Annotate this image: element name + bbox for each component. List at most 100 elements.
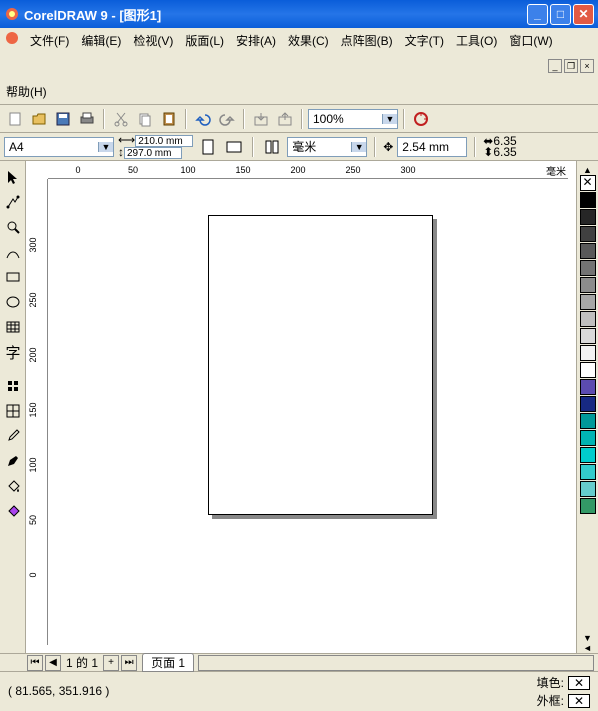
color-swatch[interactable] (580, 243, 596, 259)
last-page-button[interactable]: ⏭ (121, 655, 137, 671)
close-button[interactable]: ✕ (573, 4, 594, 25)
color-swatch[interactable] (580, 481, 596, 497)
interactive-transparency-tool[interactable] (1, 399, 25, 423)
page-height-input[interactable]: 297.0 mm (124, 147, 182, 159)
menu-layout[interactable]: 版面(L) (183, 30, 226, 51)
app-menu-icon[interactable] (4, 30, 20, 51)
ellipse-tool[interactable] (1, 290, 25, 314)
open-button[interactable] (28, 108, 50, 130)
page-dimensions: ⟷ 210.0 mm ↕ 297.0 mm (118, 135, 193, 159)
page-frame-icon[interactable] (261, 136, 283, 158)
page-tab[interactable]: 页面 1 (142, 653, 194, 672)
standard-toolbar: 100% ▼ (0, 105, 598, 133)
outline-indicator[interactable] (568, 694, 590, 708)
palette-flyout-button[interactable]: ◄ (583, 643, 592, 653)
menu-file[interactable]: 文件(F) (28, 30, 71, 51)
menu-edit[interactable]: 编辑(E) (79, 30, 123, 51)
dropdown-icon: ▼ (98, 142, 113, 152)
menu-arrange[interactable]: 安排(A) (234, 30, 278, 51)
save-button[interactable] (52, 108, 74, 130)
copy-button[interactable] (134, 108, 156, 130)
main-area: 字 0 50 100 150 200 250 300 毫米 0 50 100 1… (0, 161, 598, 653)
color-swatch[interactable] (580, 379, 596, 395)
menu-bitmap[interactable]: 点阵图(B) (339, 30, 395, 51)
color-palette: ▲ ▼ ◄ (576, 161, 598, 653)
menu-view[interactable]: 检视(V) (131, 30, 175, 51)
outline-tool[interactable] (1, 449, 25, 473)
titlebar: CorelDRAW 9 - [图形1] _ □ ✕ (0, 0, 598, 28)
color-swatch[interactable] (580, 362, 596, 378)
zoom-value: 100% (309, 112, 382, 126)
menu-tools[interactable]: 工具(O) (454, 30, 499, 51)
palette-scroll-up[interactable]: ▲ (583, 165, 592, 175)
shape-tool[interactable] (1, 190, 25, 214)
fill-indicator[interactable] (568, 676, 590, 690)
import-button[interactable] (250, 108, 272, 130)
horizontal-scrollbar[interactable] (198, 655, 594, 671)
app-icon (4, 6, 20, 22)
color-swatch[interactable] (580, 294, 596, 310)
zoom-combo[interactable]: 100% ▼ (308, 109, 398, 129)
eyedropper-tool[interactable] (1, 424, 25, 448)
color-swatch[interactable] (580, 464, 596, 480)
paste-button[interactable] (158, 108, 180, 130)
text-tool[interactable]: 字 (1, 340, 25, 364)
color-swatch[interactable] (580, 413, 596, 429)
color-swatch[interactable] (580, 328, 596, 344)
doc-window-controls: _ ❐ × (548, 59, 594, 73)
color-swatch[interactable] (580, 311, 596, 327)
page-navigator: ⏮ ◀ 1 的 1 + ⏭ 页面 1 (0, 653, 598, 671)
interactive-fill-tool[interactable] (1, 374, 25, 398)
color-swatch[interactable] (580, 277, 596, 293)
menu-window[interactable]: 窗口(W) (507, 30, 554, 51)
drawing-canvas[interactable] (48, 179, 568, 645)
nudge-icon: ✥ (383, 140, 393, 154)
doc-close-button[interactable]: × (580, 59, 594, 73)
next-page-button[interactable]: + (103, 655, 119, 671)
color-swatch[interactable] (580, 192, 596, 208)
page-width-input[interactable]: 210.0 mm (135, 135, 193, 147)
first-page-button[interactable]: ⏮ (27, 655, 43, 671)
dropdown-icon: ▼ (382, 114, 397, 124)
color-swatch[interactable] (580, 396, 596, 412)
doc-minimize-button[interactable]: _ (548, 59, 562, 73)
color-swatch[interactable] (580, 430, 596, 446)
pick-tool[interactable] (1, 165, 25, 189)
redo-button[interactable] (216, 108, 238, 130)
interactive-mesh-tool[interactable] (1, 499, 25, 523)
maximize-button[interactable]: □ (550, 4, 571, 25)
color-swatch[interactable] (580, 226, 596, 242)
no-color-swatch[interactable] (580, 175, 596, 191)
color-swatch[interactable] (580, 447, 596, 463)
freehand-tool[interactable] (1, 240, 25, 264)
app-launcher-button[interactable] (410, 108, 432, 130)
print-button[interactable] (76, 108, 98, 130)
color-swatch[interactable] (580, 209, 596, 225)
vertical-ruler[interactable]: 0 50 100 150 200 250 300 (26, 179, 48, 645)
cut-button[interactable] (110, 108, 132, 130)
prev-page-button[interactable]: ◀ (45, 655, 61, 671)
rectangle-tool[interactable] (1, 265, 25, 289)
fill-tool[interactable] (1, 474, 25, 498)
nudge-input[interactable]: 2.54 mm (397, 137, 467, 157)
menu-text[interactable]: 文字(T) (403, 30, 446, 51)
units-combo[interactable]: 毫米 ▼ (287, 137, 367, 157)
portrait-button[interactable] (197, 136, 219, 158)
new-button[interactable] (4, 108, 26, 130)
undo-button[interactable] (192, 108, 214, 130)
doc-restore-button[interactable]: ❐ (564, 59, 578, 73)
landscape-button[interactable] (223, 136, 245, 158)
cursor-coordinates: ( 81.565, 351.916 ) (0, 672, 200, 711)
paper-size-combo[interactable]: A4 ▼ (4, 137, 114, 157)
color-swatch[interactable] (580, 345, 596, 361)
export-button[interactable] (274, 108, 296, 130)
color-swatch[interactable] (580, 498, 596, 514)
horizontal-ruler[interactable]: 0 50 100 150 200 250 300 毫米 (48, 161, 568, 179)
minimize-button[interactable]: _ (527, 4, 548, 25)
color-swatch[interactable] (580, 260, 596, 276)
menu-help[interactable]: 帮助(H) (4, 81, 594, 102)
palette-scroll-down[interactable]: ▼ (583, 633, 592, 643)
zoom-tool[interactable] (1, 215, 25, 239)
polygon-tool[interactable] (1, 315, 25, 339)
menu-effects[interactable]: 效果(C) (286, 30, 331, 51)
